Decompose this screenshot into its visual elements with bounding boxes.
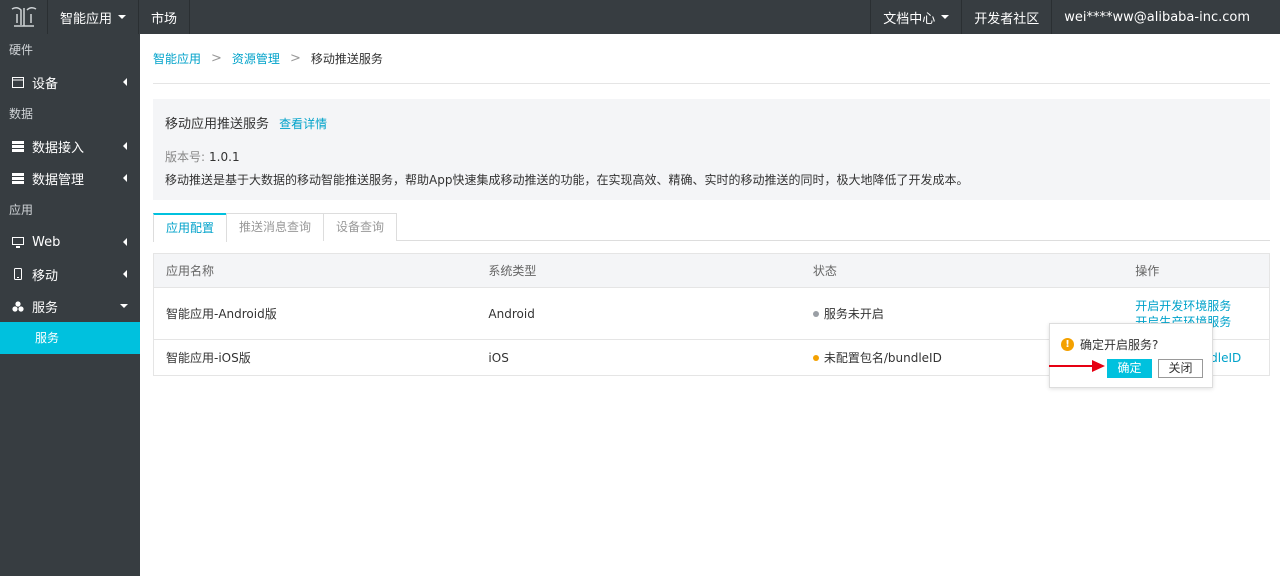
header-system: 系统类型 xyxy=(488,264,537,278)
status-text: 服务未开启 xyxy=(823,307,884,321)
market-label: 市场 xyxy=(151,11,178,27)
sidebar-item-data-manage[interactable]: 数据管理 xyxy=(0,162,140,194)
header-status: 状态 xyxy=(812,264,837,278)
table-header: 应用名称 系统类型 状态 操作 xyxy=(154,254,1269,288)
breadcrumb-separator: > xyxy=(211,51,222,66)
sidebar-group-hardware: 硬件 xyxy=(9,43,34,57)
service-info-panel: 移动应用推送服务 查看详情 版本号: 1.0.1 移动推送是基于大数据的移动智能推… xyxy=(153,99,1270,200)
version-value: 1.0.1 xyxy=(209,150,240,164)
market-link[interactable]: 市场 xyxy=(139,0,191,34)
chevron-left-icon xyxy=(123,142,127,150)
cell-app-name: 智能应用-iOS版 xyxy=(166,351,251,365)
user-label: wei****ww@alibaba-inc.com xyxy=(1064,9,1250,25)
chevron-down-icon xyxy=(941,15,950,19)
cell-status: 服务未开启 xyxy=(801,305,1123,322)
top-bar: 智能应用 市场 文档中心 开发者社区 wei****ww@alibaba-inc… xyxy=(0,0,1280,34)
sidebar-group-data: 数据 xyxy=(9,107,34,121)
app-menu[interactable]: 智能应用 xyxy=(48,0,140,34)
window-icon xyxy=(12,76,24,88)
breadcrumb-link-smart-app[interactable]: 智能应用 xyxy=(153,50,201,67)
breadcrumb-current: 移动推送服务 xyxy=(310,52,383,66)
docs-label: 文档中心 xyxy=(883,11,936,27)
sidebar-group-app: 应用 xyxy=(9,203,34,217)
cell-system: Android xyxy=(488,306,535,321)
app-menu-label: 智能应用 xyxy=(60,11,113,27)
version-row: 版本号: 1.0.1 xyxy=(165,148,1258,165)
server-icon xyxy=(12,140,24,152)
popover-message-row: ! 确定开启服务? xyxy=(1061,336,1158,353)
cubes-icon xyxy=(12,300,24,312)
confirm-button[interactable]: 确定 xyxy=(1107,359,1152,378)
tab-bar: 应用配置 推送消息查询 设备查询 xyxy=(153,213,1270,242)
sidebar-item-device[interactable]: 设备 xyxy=(0,66,140,98)
sidebar: 硬件 设备 数据 数据接入 数据管理 应用 Web 移动 服务 服务 xyxy=(0,34,140,576)
docs-menu[interactable]: 文档中心 xyxy=(870,0,961,34)
sidebar-subitem-service[interactable]: 服务 xyxy=(0,322,140,354)
chevron-left-icon xyxy=(123,174,127,182)
breadcrumb-link-resource[interactable]: 资源管理 xyxy=(232,50,280,67)
chevron-down-icon xyxy=(118,15,127,19)
sidebar-item-label: 服务 xyxy=(32,300,59,316)
sidebar-item-label: 设备 xyxy=(32,76,59,92)
tab-app-config[interactable]: 应用配置 xyxy=(153,213,228,242)
enable-dev-service-link[interactable]: 开启开发环境服务 xyxy=(1135,298,1269,314)
sidebar-item-data-access[interactable]: 数据接入 xyxy=(0,130,140,162)
status-dot xyxy=(812,354,819,361)
sidebar-item-mobile[interactable]: 移动 xyxy=(0,258,140,290)
sidebar-item-label: 移动 xyxy=(32,268,59,284)
community-label: 开发者社区 xyxy=(974,11,1040,27)
popover-message: 确定开启服务? xyxy=(1080,338,1159,352)
close-button[interactable]: 关闭 xyxy=(1158,359,1203,378)
phone-icon xyxy=(12,268,24,280)
header-app-name: 应用名称 xyxy=(166,264,215,278)
tab-push-query[interactable]: 推送消息查询 xyxy=(226,213,325,241)
logo[interactable] xyxy=(0,0,48,34)
annotation-arrow-icon xyxy=(1049,360,1105,372)
header-operation: 操作 xyxy=(1135,264,1160,278)
sidebar-item-label: Web xyxy=(32,234,61,250)
server-icon xyxy=(12,172,24,184)
confirm-popover: ! 确定开启服务? 确定 关闭 xyxy=(1049,323,1213,388)
warning-icon: ! xyxy=(1061,338,1074,351)
logo-icon xyxy=(11,6,36,27)
service-description: 移动推送是基于大数据的移动智能推送服务，帮助App快速集成移动推送的功能，在实现… xyxy=(165,173,969,187)
community-link[interactable]: 开发者社区 xyxy=(961,0,1051,34)
sidebar-item-label: 数据接入 xyxy=(32,140,85,156)
breadcrumb: 智能应用 > 资源管理 > 移动推送服务 xyxy=(153,34,1270,84)
sidebar-item-service[interactable]: 服务 xyxy=(0,290,140,322)
monitor-icon xyxy=(12,236,24,248)
user-menu[interactable]: wei****ww@alibaba-inc.com xyxy=(1051,0,1280,34)
view-detail-link[interactable]: 查看详情 xyxy=(279,117,327,131)
breadcrumb-separator: > xyxy=(289,51,301,66)
chevron-left-icon xyxy=(123,238,127,246)
sidebar-item-label: 数据管理 xyxy=(32,172,85,188)
service-title: 移动应用推送服务 xyxy=(165,117,270,132)
cell-app-name: 智能应用-Android版 xyxy=(166,307,277,321)
cell-system: iOS xyxy=(488,350,509,365)
chevron-left-icon xyxy=(123,270,127,278)
chevron-left-icon xyxy=(123,78,127,86)
chevron-down-icon xyxy=(120,304,128,308)
sidebar-item-web[interactable]: Web xyxy=(0,226,140,258)
tab-device-query[interactable]: 设备查询 xyxy=(323,213,398,241)
status-text: 未配置包名/bundleID xyxy=(823,351,942,365)
version-label: 版本号: xyxy=(165,150,206,164)
status-dot xyxy=(812,310,819,317)
service-title-row: 移动应用推送服务 查看详情 xyxy=(165,113,1258,132)
